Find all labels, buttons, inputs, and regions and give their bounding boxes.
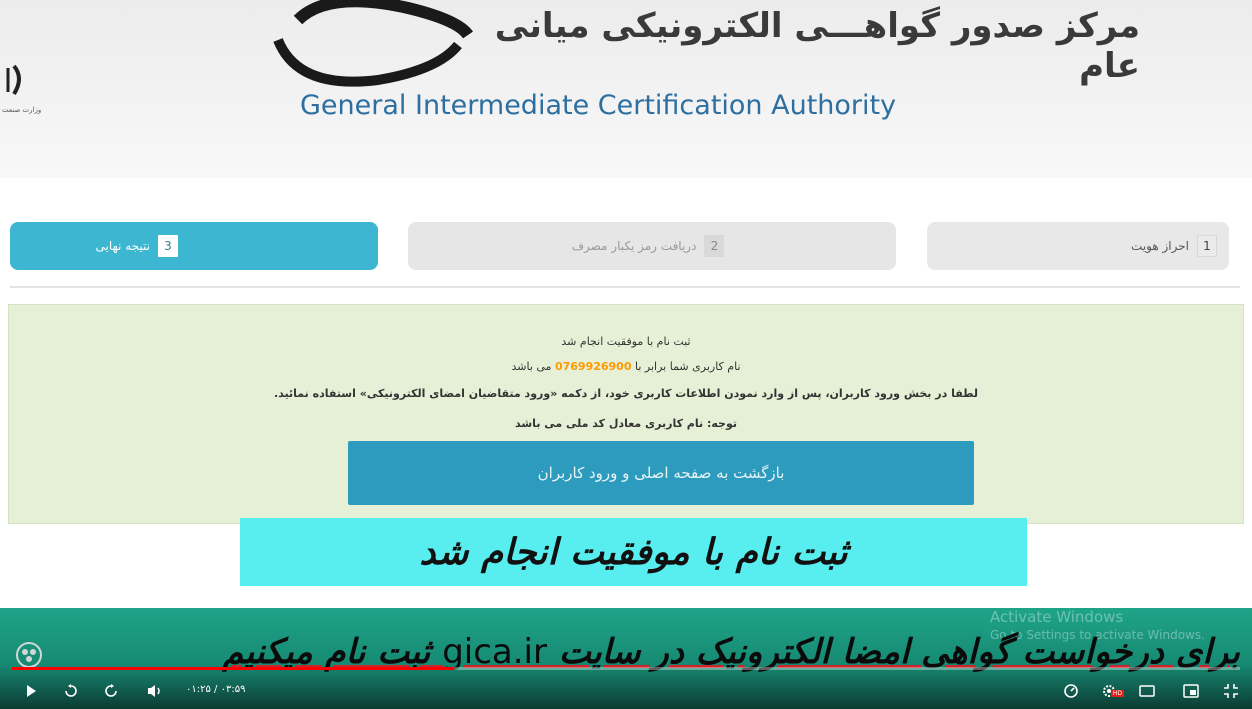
success-panel: ثبت نام با موفقیت انجام شد نام کاربری شم… [8, 304, 1244, 524]
exit-fullscreen-icon[interactable] [1220, 680, 1242, 702]
play-icon[interactable] [20, 680, 42, 702]
site-header: وزارت صنعت مرکز صدور گواهـــی الکترونیکی… [0, 0, 1252, 178]
username-note: توجه: نام کاربری معادل کد ملی می باشد [515, 417, 737, 430]
step-final-result[interactable]: 3 نتیجه نهایی [10, 222, 378, 270]
success-caption-text: ثبت نام با موفقیت انجام شد [419, 531, 848, 573]
video-controls: ۰۱:۲۵ / ۰۳:۵۹ HD [0, 678, 1252, 706]
theater-mode-icon[interactable] [1180, 680, 1202, 702]
hd-badge: HD [1110, 690, 1124, 697]
bottom-caption-site: gica.ir [442, 632, 547, 672]
bottom-caption-part1: برای درخواست گواهی امضا الکترونیک در سای… [558, 632, 1240, 672]
watermark-title: Activate Windows [990, 608, 1124, 626]
login-instruction: لطفا در بخش ورود کاربران، پس از وارد نمو… [274, 387, 978, 400]
success-message: ثبت نام با موفقیت انجام شد [561, 335, 691, 348]
volume-icon[interactable] [144, 680, 166, 702]
step-otp[interactable]: 2 دریافت رمز یکبار مصرف [408, 222, 896, 270]
step-label: نتیجه نهایی [95, 239, 150, 253]
persian-title: مرکز صدور گواهـــی الکترونیکی میانی عام [494, 6, 1140, 86]
rewind-icon[interactable] [60, 680, 82, 702]
divider [10, 286, 1240, 288]
username-prefix: نام کاربری شما برابر با [635, 360, 741, 373]
channel-logo-icon [16, 642, 42, 668]
video-progress-bar[interactable] [12, 667, 1240, 670]
step-number: 3 [158, 235, 178, 257]
bottom-caption-part2: ثبت نام میکنیم [222, 632, 431, 672]
miniplayer-icon[interactable] [1136, 680, 1158, 702]
video-time: ۰۱:۲۵ / ۰۳:۵۹ [186, 684, 246, 695]
english-title: General Intermediate Certification Autho… [300, 90, 897, 121]
step-number: 1 [1197, 235, 1217, 257]
step-identity-verification[interactable]: 1 احراز هویت [927, 222, 1229, 270]
forward-icon[interactable] [100, 680, 122, 702]
step-number: 2 [704, 235, 725, 257]
username-line: نام کاربری شما برابر با 0769926900 می با… [9, 360, 1243, 373]
username-suffix: می باشد [511, 360, 552, 373]
bottom-caption: برای درخواست گواهی امضا الکترونیک در سای… [0, 632, 1240, 672]
settings-gear-icon[interactable]: HD [1098, 680, 1124, 702]
step-label: احراز هویت [1131, 239, 1189, 253]
video-progress-fill [12, 667, 455, 670]
username-value: 0769926900 [554, 360, 632, 373]
step-label: دریافت رمز یکبار مصرف [571, 239, 697, 253]
back-to-home-button[interactable]: بازگشت به صفحه اصلی و ورود کاربران [348, 441, 974, 505]
success-caption-overlay: ثبت نام با موفقیت انجام شد [240, 518, 1027, 586]
ministry-logo [6, 64, 21, 96]
playback-speed-icon[interactable] [1060, 680, 1082, 702]
